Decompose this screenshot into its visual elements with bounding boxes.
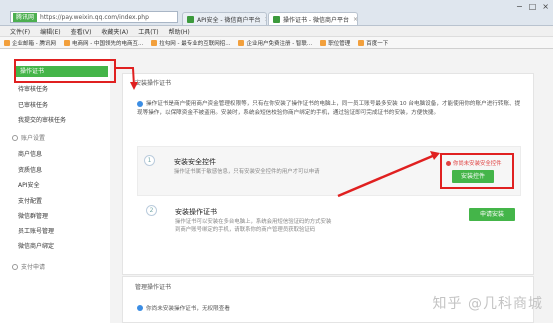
favorites-bar: 企业邮箱 - 腾讯网 电商网 - 中国领先的电商互... 拉勾网 - 最专业的互…: [0, 37, 553, 49]
watermark: 知乎 @几科商城: [432, 296, 543, 312]
sidebar-section-pay-application[interactable]: 支付申请: [12, 262, 45, 271]
sidebar-item-staff-accounts[interactable]: 员工账号管理: [18, 226, 54, 235]
bookmark-icon: [320, 39, 327, 46]
sidebar-item-pending-review[interactable]: 待审核任务: [18, 84, 48, 93]
address-badge: 腾讯网: [13, 12, 38, 22]
highlight-box-install-button: [440, 153, 514, 189]
bookmark-icon: [63, 39, 70, 46]
menu-bar: 文件(F) 编辑(E) 查看(V) 收藏夹(A) 工具(T) 帮助(H): [0, 26, 553, 37]
window-controls: − □ ×: [516, 2, 549, 11]
bookmark-icon: [238, 39, 245, 46]
page-content: 操作证书 待审核任务 已审核任务 我提交的审核任务 账户设置 商户信息 资质信息…: [0, 49, 553, 323]
section-title: 安装操作证书: [135, 80, 172, 87]
apply-install-button[interactable]: 申请安装: [469, 208, 515, 221]
manage-title: 管理操作证书: [135, 284, 172, 291]
close-icon[interactable]: ×: [349, 16, 357, 23]
manage-notice: 你尚未安装操作证书，无权限查看: [137, 304, 230, 312]
menu-view[interactable]: 查看(V): [71, 27, 92, 36]
favorite-item[interactable]: 企业邮箱 - 腾讯网: [4, 39, 56, 47]
tab-label: 操作证书 - 微信商户平台: [283, 16, 349, 24]
menu-edit[interactable]: 编辑(E): [40, 27, 60, 36]
sidebar-item-qualification[interactable]: 资质信息: [18, 165, 42, 174]
favorite-item[interactable]: 职位管理: [320, 39, 350, 47]
close-window-icon[interactable]: ×: [542, 2, 549, 11]
step-number: 1: [144, 155, 155, 166]
favorite-item[interactable]: 拉勾网 - 最专业的互联网招...: [151, 39, 230, 47]
info-icon: [137, 100, 143, 107]
step-desc: 操作证书属于敏感信息，只有安装安全控件的用户才可以申请: [174, 169, 320, 175]
address-url[interactable]: https://pay.weixin.qq.com/index.php: [40, 14, 149, 21]
sidebar-item-merchant-info[interactable]: 商户信息: [18, 149, 42, 158]
sidebar-item-group-management[interactable]: 微信群管理: [18, 211, 48, 220]
step-desc: 操作证书可以安装在多台电脑上，系统会用短信验证码的方式安装到商户账号绑定的手机，…: [175, 219, 332, 233]
tab-operation-certificate[interactable]: 操作证书 - 微信商户平台 ×: [268, 12, 358, 25]
menu-tools[interactable]: 工具(T): [138, 27, 158, 36]
close-icon[interactable]: ×: [260, 16, 266, 23]
favorite-item[interactable]: 电商网 - 中国领先的电商互...: [63, 39, 143, 47]
step-title: 安装安全控件: [174, 158, 216, 166]
sidebar-item-pay-config[interactable]: 支付配置: [18, 196, 42, 205]
bookmark-icon: [358, 39, 365, 46]
menu-help[interactable]: 帮助(H): [169, 27, 190, 36]
pay-icon: [12, 263, 18, 270]
bookmark-icon: [4, 39, 10, 46]
menu-favorites[interactable]: 收藏夹(A): [101, 27, 128, 36]
tab-label: API安全 - 微信商户平台: [197, 16, 261, 24]
step-install-control: 1 安装安全控件 操作证书属于敏感信息，只有安装安全控件的用户才可以申请 你尚未…: [137, 146, 521, 196]
menu-file[interactable]: 文件(F): [10, 27, 30, 36]
highlight-box-sidebar: [14, 59, 116, 83]
browser-tab-bar: 腾讯网 https://pay.weixin.qq.com/index.php …: [0, 0, 553, 26]
step-number: 2: [146, 205, 157, 216]
favorite-item[interactable]: 百度一下: [358, 39, 388, 47]
sidebar-item-merchant-binding[interactable]: 微信商户绑定: [18, 241, 54, 250]
sidebar-item-reviewed[interactable]: 已审核任务: [18, 100, 48, 109]
certificate-install-panel: 安装操作证书 操作证书是商户使用商户资金管理权限等，只有在你安装了操作证书的电脑…: [122, 73, 534, 275]
maximize-icon[interactable]: □: [529, 2, 537, 11]
sidebar-item-api-security[interactable]: API安全: [18, 180, 40, 189]
tab-api-security[interactable]: API安全 - 微信商户平台 ×: [182, 12, 267, 25]
favorite-item[interactable]: 企业用户免费注册 - 智联...: [238, 39, 312, 47]
bookmark-icon: [151, 39, 158, 46]
sidebar: 操作证书 待审核任务 已审核任务 我提交的审核任务 账户设置 商户信息 资质信息…: [0, 49, 110, 323]
address-bar[interactable]: 腾讯网 https://pay.weixin.qq.com/index.php: [10, 11, 178, 23]
sidebar-item-my-submitted[interactable]: 我提交的审核任务: [18, 115, 66, 124]
minimize-icon[interactable]: −: [516, 2, 523, 11]
step-title: 安装操作证书: [175, 208, 217, 216]
account-icon: [12, 134, 18, 141]
sidebar-section-account[interactable]: 账户设置: [12, 133, 45, 142]
info-icon: [137, 305, 143, 311]
notice-text: 操作证书是商户使用商户资金管理权限等，只有在你安装了操作证书的电脑上，同一员工账…: [137, 100, 521, 116]
wechat-pay-icon: [273, 15, 280, 23]
wechat-pay-icon: [187, 15, 194, 23]
